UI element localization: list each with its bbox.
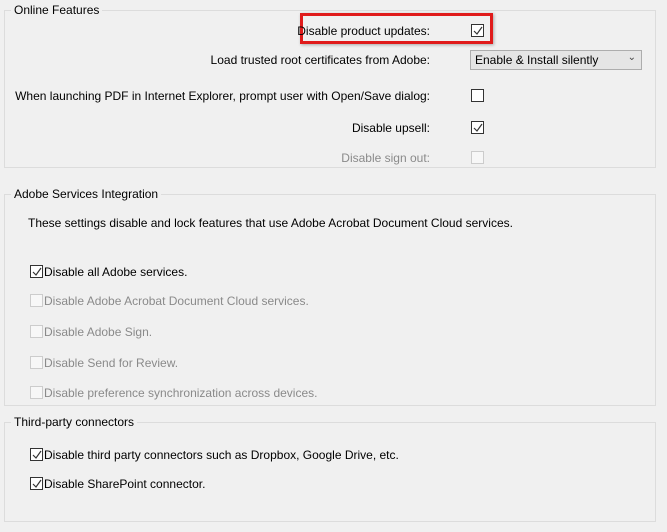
chevron-down-icon: ⌄	[627, 52, 636, 63]
disable-document-cloud-checkbox[interactable]	[30, 294, 43, 307]
disable-send-for-review-checkbox[interactable]	[30, 356, 43, 369]
disable-upsell-checkbox[interactable]	[471, 121, 484, 134]
load-certs-value: Enable & Install silently	[475, 53, 599, 67]
load-certs-label: Load trusted root certificates from Adob…	[210, 53, 430, 67]
disable-adobe-sign-checkbox[interactable]	[30, 325, 43, 338]
disable-preference-sync-label: Disable preference synchronization acros…	[44, 386, 318, 400]
disable-all-adobe-services-label: Disable all Adobe services.	[44, 265, 188, 279]
disable-preference-sync-checkbox[interactable]	[30, 386, 43, 399]
third-party-group: Third-party connectors	[4, 415, 656, 522]
check-icon	[32, 450, 42, 459]
online-features-title: Online Features	[11, 3, 103, 18]
disable-third-party-connectors-label: Disable third party connectors such as D…	[44, 448, 399, 462]
disable-product-updates-label: Disable product updates:	[297, 24, 430, 38]
ie-prompt-label: When launching PDF in Internet Explorer,…	[15, 89, 430, 103]
ie-prompt-checkbox[interactable]	[471, 89, 484, 102]
disable-all-adobe-services-checkbox[interactable]	[30, 265, 43, 278]
disable-send-for-review-label: Disable Send for Review.	[44, 356, 179, 370]
third-party-title: Third-party connectors	[11, 415, 138, 430]
load-certs-dropdown[interactable]: Enable & Install silently ⌄	[470, 50, 642, 70]
check-icon	[32, 267, 42, 276]
disable-upsell-label: Disable upsell:	[351, 121, 430, 135]
check-icon	[32, 479, 42, 488]
disable-product-updates-checkbox[interactable]	[471, 24, 484, 37]
disable-third-party-connectors-checkbox[interactable]	[30, 448, 43, 461]
disable-sharepoint-label: Disable SharePoint connector.	[44, 477, 206, 491]
disable-adobe-sign-label: Disable Adobe Sign.	[44, 325, 153, 339]
check-icon	[473, 123, 483, 132]
disable-sign-out-checkbox[interactable]	[471, 151, 484, 164]
disable-sharepoint-checkbox[interactable]	[30, 477, 43, 490]
disable-sign-out-label: Disable sign out:	[341, 151, 430, 165]
adobe-services-title: Adobe Services Integration	[11, 187, 162, 202]
disable-document-cloud-label: Disable Adobe Acrobat Document Cloud ser…	[44, 294, 309, 308]
check-icon	[473, 26, 483, 35]
adobe-services-description: These settings disable and lock features…	[28, 216, 513, 230]
